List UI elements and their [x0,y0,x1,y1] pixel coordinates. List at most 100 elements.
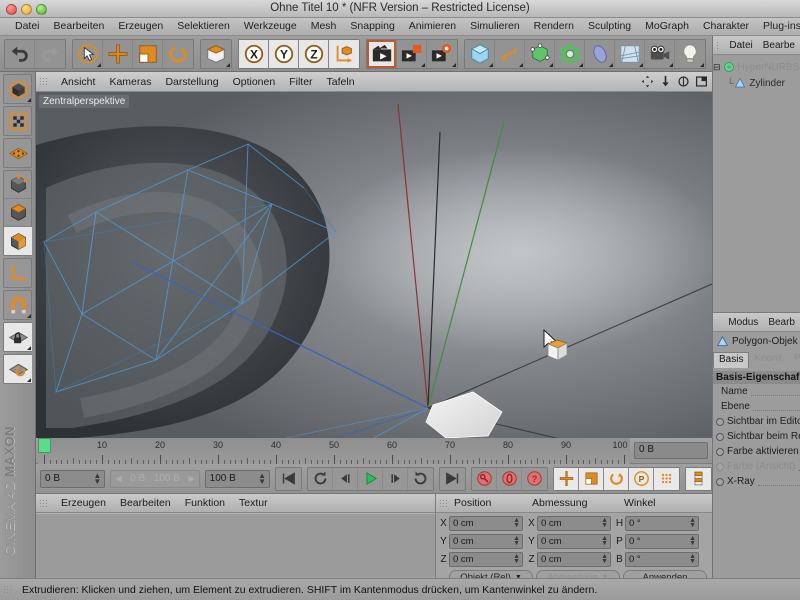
left-toolbar-button-texture-axis[interactable] [4,107,32,135]
flyout-corner-icon[interactable] [97,62,101,67]
toolbar-button-rotate[interactable] [163,40,193,68]
stepper-icon[interactable]: ▲ ▼ [601,517,608,530]
panel-grip-icon[interactable] [39,77,48,86]
stepper-icon[interactable]: ▲ ▼ [258,471,266,485]
viewport-menu-ansicht[interactable]: Ansicht [54,76,102,88]
left-toolbar-button-lock-workplane[interactable] [4,323,32,351]
material-menu-erzeugen[interactable]: Erzeugen [54,497,113,509]
menu-item-mograph[interactable]: MoGraph [638,18,696,35]
object-menu-bearbe[interactable]: Bearbe [758,40,800,51]
flyout-corner-icon[interactable] [27,98,31,102]
object-tree[interactable]: ⊟ HyperNURBS └ Zylinder [713,55,800,91]
toolbar-button-mograph[interactable] [555,39,585,68]
viewport-menu-filter[interactable]: Filter [282,76,319,88]
maximize-view-icon[interactable] [695,75,708,88]
coordinate-manager[interactable]: Position Abmessung Winkel X 0 cm ▲ ▼ X 0 cm ▲ ▼… [436,494,712,585]
rotation-h-field[interactable]: 0 ° ▲ ▼ [625,515,699,531]
transport-button-record-scale[interactable] [579,467,605,490]
viewport-canvas[interactable]: Y X Z Zentralperspektive [36,92,712,438]
menu-item-datei[interactable]: Datei [8,18,47,35]
stepper-icon[interactable]: ▲ ▼ [689,517,696,530]
transport-button-frame-back[interactable] [333,467,359,490]
menu-item-simulieren[interactable]: Simulieren [463,18,527,35]
toolbar-button-environment[interactable] [615,39,645,68]
attribute-toggle-farbe-aktivieren[interactable]: Farbe aktivieren [713,444,800,459]
checkbox-icon[interactable] [716,477,724,486]
menu-item-plug-ins[interactable]: Plug-ins [756,18,800,35]
range-prev-icon[interactable]: ◀ [115,474,121,483]
attribute-manager-menu[interactable]: Modus Bearb [713,313,800,332]
viewport-3d-scene[interactable]: Y X Z [36,92,712,438]
toolbar-button-live-selection[interactable] [73,39,103,68]
toolbar-button-redo[interactable] [35,40,65,68]
stepper-icon[interactable]: ▲ ▼ [601,535,608,548]
panel-grip-icon[interactable] [716,317,718,327]
material-manager-menu[interactable]: Erzeugen Bearbeiten Funktion Textur [36,494,435,513]
dolly-view-icon[interactable] [659,75,672,88]
rotation-p-field[interactable]: 0 ° ▲ ▼ [625,533,699,549]
toolbar-button-move[interactable] [103,39,133,68]
transport-button-record-key[interactable] [472,467,498,490]
left-toolbar-button-model-mode[interactable] [4,227,32,255]
flyout-corner-icon[interactable] [609,62,613,67]
menu-item-mesh[interactable]: Mesh [304,18,344,35]
stepper-icon[interactable]: ▲ ▼ [513,553,520,566]
flyout-corner-icon[interactable] [489,62,493,67]
attribute-tab-koord[interactable]: Koord. [749,352,788,368]
panel-grip-icon[interactable] [716,40,719,50]
stepper-icon[interactable]: ▲ ▼ [513,535,520,548]
position-z-field[interactable]: 0 cm ▲ ▼ [449,551,523,567]
toolbar-button-camera[interactable] [645,39,675,68]
main-toolbar[interactable]: X Y Z [0,36,800,72]
stepper-icon[interactable]: ▲ ▼ [93,471,101,485]
toolbar-button-render-region[interactable] [397,39,427,68]
toolbar-button-deformer[interactable] [585,39,615,68]
transport-button-play[interactable] [358,467,384,490]
material-list[interactable] [36,513,435,577]
menu-item-rendern[interactable]: Rendern [527,18,581,35]
attribute-menu-modus[interactable]: Modus [723,317,763,328]
material-menu-funktion[interactable]: Funktion [178,497,232,509]
transport-button-frame-forward[interactable] [383,467,409,490]
transport-button-loop[interactable] [408,468,433,490]
flyout-corner-icon[interactable] [669,62,673,67]
flyout-corner-icon[interactable] [519,62,523,67]
material-menu-bearbeiten[interactable]: Bearbeiten [113,497,178,509]
panel-grip-icon[interactable] [39,498,48,508]
left-toolbar-button-enable-snap[interactable] [4,291,32,319]
object-manager[interactable]: Datei Bearbe ⊟ HyperNURBS └ Zylinder [712,36,800,312]
timeline-ruler[interactable]: 0102030405060708090100 [38,438,630,464]
pan-view-icon[interactable] [641,75,654,88]
toolbar-button-render-settings[interactable] [427,40,457,68]
flyout-corner-icon[interactable] [549,62,553,67]
timeline-ruler-bar[interactable]: 0102030405060708090100 0 B [36,438,712,464]
object-manager-menu[interactable]: Datei Bearbe [713,36,800,55]
menu-item-charakter[interactable]: Charakter [696,18,756,35]
panel-grip-icon[interactable] [3,585,12,594]
checkbox-icon[interactable] [716,462,724,471]
flyout-corner-icon[interactable] [226,62,230,67]
attribute-toggle-sichtbar-beim-re[interactable]: Sichtbar beim Re [713,429,800,444]
attribute-manager[interactable]: ModusBearb Polygon-Objek BasisKoord.Ph B… [712,312,800,600]
menu-item-erzeugen[interactable]: Erzeugen [111,18,170,35]
attribute-menu-bearb[interactable]: Bearb [763,317,800,328]
menu-item-snapping[interactable]: Snapping [343,18,401,35]
rotate-view-icon[interactable] [677,75,690,88]
transport-button-go-to-end[interactable] [440,468,465,490]
left-toolbar-button-make-editable[interactable] [4,75,32,103]
flyout-corner-icon[interactable] [639,62,643,67]
viewport-menu-tafeln[interactable]: Tafeln [320,76,362,88]
attribute-toggle-farbe-ansicht-[interactable]: Farbe (Ansicht) [713,459,800,474]
stepper-icon[interactable]: ▲ ▼ [513,517,520,530]
viewport-menu-optionen[interactable]: Optionen [226,76,283,88]
flyout-corner-icon[interactable] [579,62,583,67]
current-frame-field[interactable]: 0 B ▲ ▼ [40,469,106,488]
toolbar-button-world-object-coords[interactable] [329,39,359,68]
flyout-corner-icon[interactable] [700,62,704,67]
viewport-menu-darstellung[interactable]: Darstellung [158,76,225,88]
left-toolbar-button-polygons-mode[interactable] [4,199,32,227]
checkbox-icon[interactable] [716,417,724,426]
size-y-field[interactable]: 0 cm ▲ ▼ [537,533,611,549]
transport-button-record-pla[interactable] [654,467,680,490]
stepper-icon[interactable]: ▲ ▼ [689,535,696,548]
